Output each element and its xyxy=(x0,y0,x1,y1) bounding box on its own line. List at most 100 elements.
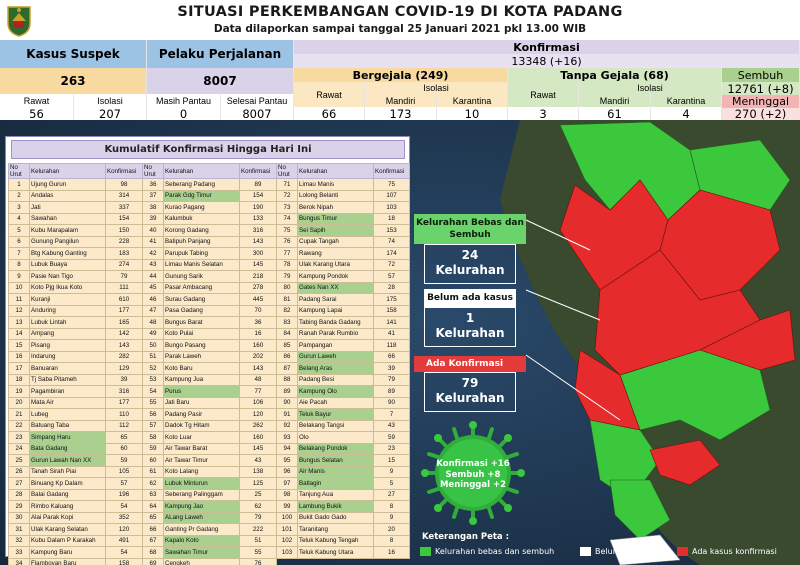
table-row: 96 Air Manis 9 xyxy=(276,465,410,478)
row-number: 29 xyxy=(8,500,30,513)
table-row: 67 Kapalo Koto 51 xyxy=(142,534,277,547)
table-row: 93 Olo 59 xyxy=(276,431,410,444)
row-number: 41 xyxy=(142,235,164,248)
kelurahan-name: Andalas xyxy=(29,189,106,202)
header-no: No Urut xyxy=(8,163,30,179)
kelurahan-name: Rawang xyxy=(297,247,374,260)
tanpa-gejala-rawat-value: 3 xyxy=(508,107,579,121)
callout-belum-box: 1 Kelurahan xyxy=(424,307,516,347)
row-number: 21 xyxy=(8,408,30,421)
kelurahan-name: Ganting Pr Gadang xyxy=(163,523,240,536)
row-number: 99 xyxy=(276,500,298,513)
suspek-rawat-label: Rawat xyxy=(0,94,74,107)
row-number: 98 xyxy=(276,488,298,501)
table-row: 26 Tanah Sirah Piai 105 xyxy=(8,465,143,478)
konfirmasi-count: 36 xyxy=(239,316,277,329)
konfirmasi-count: 129 xyxy=(105,362,143,375)
row-number: 16 xyxy=(8,350,30,363)
konfirmasi-count: 70 xyxy=(239,304,277,317)
kelurahan-name: Banuaran xyxy=(29,362,106,375)
row-number: 26 xyxy=(8,465,30,478)
konfirmasi-count: 218 xyxy=(239,270,277,283)
table-row: 79 Kampung Pondok 57 xyxy=(276,270,410,283)
table-row: 37 Parak Gdg Timur 154 xyxy=(142,189,277,202)
konfirmasi-count: 65 xyxy=(105,431,143,444)
table-row: 64 Kampung Jao 62 xyxy=(142,500,277,513)
row-number: 91 xyxy=(276,408,298,421)
table-row: 27 Binuang Kp Dalam 57 xyxy=(8,477,143,490)
row-number: 50 xyxy=(142,339,164,352)
konfirmasi-count: 59 xyxy=(373,431,410,444)
row-number: 87 xyxy=(276,362,298,375)
table-row: 5 Kubu Marapalam 150 xyxy=(8,224,143,237)
row-number: 95 xyxy=(276,454,298,467)
kelurahan-name: Surau Gadang xyxy=(163,293,240,306)
table-row: 20 Mata Air 177 xyxy=(8,396,143,409)
row-number: 33 xyxy=(8,546,30,559)
perjalanan-masih-value: 0 xyxy=(147,107,221,121)
callout-bebas-count: 24 xyxy=(461,248,479,262)
table-row: 22 Batuang Taba 112 xyxy=(8,419,143,432)
kelurahan-name: Jati Baru xyxy=(163,396,240,409)
row-number: 58 xyxy=(142,431,164,444)
row-number: 47 xyxy=(142,304,164,317)
konfirmasi-count: 110 xyxy=(105,408,143,421)
kelurahan-name: Sawahan Timur xyxy=(163,546,240,559)
row-number: 57 xyxy=(142,419,164,432)
header-kelurahan: Kelurahan xyxy=(297,163,374,179)
konfirmasi-count: 9 xyxy=(373,511,410,524)
kelurahan-name: Kuranji xyxy=(29,293,106,306)
row-number: 81 xyxy=(276,293,298,306)
kelurahan-name: Gurun Laweh xyxy=(297,350,374,363)
table-row: 75 Sei Sapih 153 xyxy=(276,224,410,237)
report-date: Data dilaporkan sampai tanggal 25 Januar… xyxy=(213,23,587,35)
kelurahan-name: Kampung Lapai xyxy=(297,304,374,317)
kelurahan-name: Alai Parak Kopi xyxy=(29,511,106,524)
row-number: 59 xyxy=(142,442,164,455)
konfirmasi-count: 174 xyxy=(373,247,410,260)
bergejala-rawat-label: Rawat xyxy=(294,82,365,107)
row-number: 31 xyxy=(8,523,30,536)
konfirmasi-count: 79 xyxy=(373,373,410,386)
suspek-isolasi-value: 207 xyxy=(74,107,147,121)
kelurahan-name: Anduring xyxy=(29,304,106,317)
konfirmasi-count: 9 xyxy=(373,465,410,478)
konfirmasi-count: 491 xyxy=(105,534,143,547)
konfirmasi-count: 175 xyxy=(373,293,410,306)
konfirmasi-count: 48 xyxy=(239,373,277,386)
kelurahan-name: Cupak Tangah xyxy=(297,235,374,248)
konfirmasi-count: 111 xyxy=(105,281,143,294)
konfirmasi-count: 133 xyxy=(239,212,277,225)
table-title: Kumulatif Konfirmasi Hingga Hari Ini xyxy=(11,140,405,159)
sembuh-value: 12761 (+8) xyxy=(722,82,800,96)
konfirmasi-count: 202 xyxy=(239,350,277,363)
table-row: 88 Padang Besi 79 xyxy=(276,373,410,386)
kelurahan-name: Teluk Kabung Tengah xyxy=(297,534,374,547)
table-row: 100 Bukit Gado Gado 9 xyxy=(276,511,410,524)
konfirmasi-count: 51 xyxy=(239,534,277,547)
kelurahan-name: Lubuk Lintah xyxy=(29,316,106,329)
table-row: 28 Balai Gadang 196 xyxy=(8,488,143,501)
table-row: 95 Bungus Selatan 15 xyxy=(276,454,410,467)
table-row: 44 Gunung Sarik 218 xyxy=(142,270,277,283)
kelurahan-name: Kalumbuk xyxy=(163,212,240,225)
table-row: 19 Pagambiran 316 xyxy=(8,385,143,398)
table-row: 97 Batlagin 5 xyxy=(276,477,410,490)
header-konfirmasi: Konfirmasi xyxy=(373,163,410,179)
tanpa-gejala-karantina-label: Karantina xyxy=(651,94,722,107)
konfirmasi-count: 143 xyxy=(105,339,143,352)
table-row: 3 Jati 337 xyxy=(8,201,143,214)
table-row: 18 Tj Saba Pitameh 39 xyxy=(8,373,143,386)
row-number: 43 xyxy=(142,258,164,271)
kelurahan-name: Limau Manis xyxy=(297,178,374,191)
row-number: 42 xyxy=(142,247,164,260)
header-kelurahan: Kelurahan xyxy=(163,163,240,179)
kelurahan-name: Pasa Gadang xyxy=(163,304,240,317)
kelurahan-name: Cengkeh xyxy=(163,557,240,565)
header-no: No Urut xyxy=(276,163,298,179)
konfirmasi-count: 282 xyxy=(105,350,143,363)
konfirmasi-count: 105 xyxy=(105,465,143,478)
row-number: 46 xyxy=(142,293,164,306)
konfirmasi-count: 76 xyxy=(239,557,277,565)
kelurahan-name: Teluk Kabung Utara xyxy=(297,546,374,559)
